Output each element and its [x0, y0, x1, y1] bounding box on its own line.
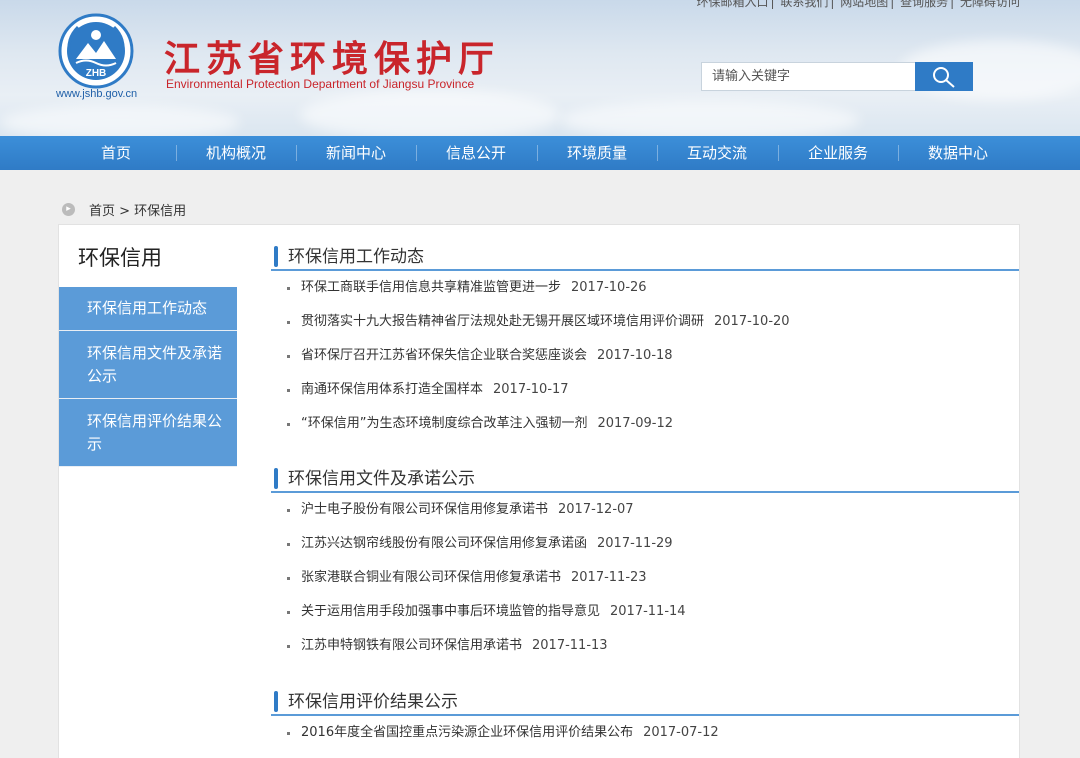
list-item[interactable]: 南通环保信用体系打造全国样本 2017-10-17: [271, 379, 1019, 413]
bullet: [287, 389, 290, 392]
section-work-news: 环保信用工作动态 环保工商联手信用信息共享精准监管更进一步 2017-10-26 …: [271, 240, 1019, 447]
item-date: 2017-10-18: [597, 348, 673, 363]
list-item[interactable]: 2016年度全省国控重点污染源企业环保信用评价结果公布 2017-07-12: [271, 722, 1019, 756]
list-item[interactable]: 江苏申特钢铁有限公司环保信用承诺书 2017-11-13: [271, 635, 1019, 669]
bullet: [287, 645, 290, 648]
item-title[interactable]: 关于运用信用手段加强事中事后环境监管的指导意见: [301, 604, 600, 619]
item-date: 2017-12-07: [558, 502, 634, 517]
list-item[interactable]: 贯彻落实十九大报告精神省厅法规处赴无锡开展区域环境信用评价调研 2017-10-2…: [271, 311, 1019, 345]
section-marker: [274, 691, 278, 712]
top-link-contact[interactable]: 联系我们: [780, 0, 828, 9]
list-item[interactable]: 沪士电子股份有限公司环保信用修复承诺书 2017-12-07: [271, 499, 1019, 533]
nav-interaction[interactable]: 互动交流: [657, 136, 777, 170]
bullet: [287, 577, 290, 580]
sidebar-title: 环保信用: [78, 246, 162, 270]
breadcrumb-text[interactable]: 首页 > 环保信用: [89, 200, 186, 219]
bullet: [287, 732, 290, 735]
section-results: 环保信用评价结果公示 2016年度全省国控重点污染源企业环保信用评价结果公布 20…: [271, 685, 1019, 756]
nav-about[interactable]: 机构概况: [176, 136, 296, 170]
item-title[interactable]: 江苏申特钢铁有限公司环保信用承诺书: [301, 638, 522, 653]
item-title[interactable]: “环保信用”为生态环境制度综合改革注入强韧一剂: [301, 416, 587, 431]
content-panel: 环保信用 环保信用工作动态 环保信用文件及承诺公示 环保信用评价结果公示 环保信…: [58, 224, 1020, 758]
item-title[interactable]: 贯彻落实十九大报告精神省厅法规处赴无锡开展区域环境信用评价调研: [301, 314, 704, 329]
top-link-query[interactable]: 查询服务: [900, 0, 948, 9]
bullet: [287, 509, 290, 512]
search-button[interactable]: [915, 62, 973, 91]
header-cloud: [0, 105, 240, 136]
nav-env-quality[interactable]: 环境质量: [537, 136, 657, 170]
item-title[interactable]: 江苏兴达钢帘线股份有限公司环保信用修复承诺函: [301, 536, 587, 551]
section-title[interactable]: 环保信用评价结果公示: [288, 687, 458, 712]
bullet: [287, 611, 290, 614]
item-date: 2017-10-26: [571, 280, 647, 295]
nav-home[interactable]: 首页: [56, 136, 176, 170]
section-header: 环保信用文件及承诺公示: [271, 462, 1019, 493]
section-marker: [274, 468, 278, 489]
section-documents: 环保信用文件及承诺公示 沪士电子股份有限公司环保信用修复承诺书 2017-12-0…: [271, 462, 1019, 669]
nav-info-public[interactable]: 信息公开: [416, 136, 536, 170]
section-marker: [274, 246, 278, 267]
logo-text: ZHB: [86, 68, 107, 79]
bullet: [287, 321, 290, 324]
site-header: 环保邮箱入口 | 联系我们 | 网站地图 | 查询服务 | 无障碍访问 ZHB www.…: [0, 0, 1080, 136]
list-item[interactable]: “环保信用”为生态环境制度综合改革注入强韧一剂 2017-09-12: [271, 413, 1019, 447]
nav-data-center[interactable]: 数据中心: [898, 136, 1018, 170]
item-title[interactable]: 沪士电子股份有限公司环保信用修复承诺书: [301, 502, 548, 517]
sidebar-item-work-news[interactable]: 环保信用工作动态: [59, 287, 237, 331]
document-list: 沪士电子股份有限公司环保信用修复承诺书 2017-12-07 江苏兴达钢帘线股份有…: [271, 499, 1019, 669]
bullet: [287, 287, 290, 290]
list-item[interactable]: 江苏兴达钢帘线股份有限公司环保信用修复承诺函 2017-11-29: [271, 533, 1019, 567]
list-item[interactable]: 省环保厅召开江苏省环保失信企业联合奖惩座谈会 2017-10-18: [271, 345, 1019, 379]
item-title[interactable]: 省环保厅召开江苏省环保失信企业联合奖惩座谈会: [301, 348, 587, 363]
sidebar-item-results[interactable]: 环保信用评价结果公示: [59, 399, 237, 467]
item-date: 2017-10-17: [493, 382, 569, 397]
top-link-sitemap[interactable]: 网站地图: [840, 0, 888, 9]
top-link-accessibility[interactable]: 无障碍访问: [960, 0, 1020, 9]
breadcrumb: ▸ 首页 > 环保信用: [62, 200, 186, 219]
header-cloud: [560, 100, 860, 136]
section-title[interactable]: 环保信用文件及承诺公示: [288, 464, 475, 489]
nav-enterprise[interactable]: 企业服务: [778, 136, 898, 170]
item-title[interactable]: 2016年度全省国控重点污染源企业环保信用评价结果公布: [301, 725, 633, 740]
arrow-right-circle-icon: ▸: [62, 203, 75, 216]
list-item[interactable]: 关于运用信用手段加强事中事后环境监管的指导意见 2017-11-14: [271, 601, 1019, 635]
sidebar-item-documents[interactable]: 环保信用文件及承诺公示: [59, 331, 237, 399]
main-nav: 首页 机构概况 新闻中心 信息公开 环境质量 互动交流 企业服务 数据中心: [0, 136, 1080, 170]
list-item[interactable]: 张家港联合铜业有限公司环保信用修复承诺书 2017-11-23: [271, 567, 1019, 601]
item-title[interactable]: 环保工商联手信用信息共享精准监管更进一步: [301, 280, 561, 295]
item-date: 2017-10-20: [714, 314, 790, 329]
bullet: [287, 423, 290, 426]
site-url: www.jshb.gov.cn: [56, 88, 138, 100]
bullet: [287, 543, 290, 546]
header-cloud: [300, 90, 560, 136]
nav-news[interactable]: 新闻中心: [296, 136, 416, 170]
item-date: 2017-11-13: [532, 638, 608, 653]
top-link-mail[interactable]: 环保邮箱入口: [696, 0, 768, 9]
item-date: 2017-11-23: [571, 570, 647, 585]
section-header: 环保信用工作动态: [271, 240, 1019, 271]
item-date: 2017-09-12: [597, 416, 674, 431]
item-date: 2017-07-12: [643, 725, 719, 740]
item-date: 2017-11-14: [610, 604, 686, 619]
site-subtitle: Environmental Protection Department of J…: [166, 77, 475, 91]
news-list: 环保工商联手信用信息共享精准监管更进一步 2017-10-26 贯彻落实十九大报告…: [271, 277, 1019, 447]
item-date: 2017-11-29: [597, 536, 673, 551]
list-item[interactable]: 环保工商联手信用信息共享精准监管更进一步 2017-10-26: [271, 277, 1019, 311]
result-list: 2016年度全省国控重点污染源企业环保信用评价结果公布 2017-07-12: [271, 722, 1019, 756]
top-links: 环保邮箱入口 | 联系我们 | 网站地图 | 查询服务 | 无障碍访问: [694, 0, 1022, 10]
bullet: [287, 355, 290, 358]
search-input[interactable]: [701, 62, 916, 91]
item-title[interactable]: 张家港联合铜业有限公司环保信用修复承诺书: [301, 570, 561, 585]
site-title[interactable]: 江苏省环境保护厅: [164, 30, 500, 82]
item-title[interactable]: 南通环保信用体系打造全国样本: [301, 382, 483, 397]
site-logo-icon[interactable]: ZHB: [58, 13, 134, 89]
search-icon: [933, 66, 955, 88]
section-title[interactable]: 环保信用工作动态: [288, 242, 424, 267]
sidebar-menu: 环保信用工作动态 环保信用文件及承诺公示 环保信用评价结果公示: [59, 287, 237, 467]
section-header: 环保信用评价结果公示: [271, 685, 1019, 716]
search-bar: [701, 62, 973, 91]
